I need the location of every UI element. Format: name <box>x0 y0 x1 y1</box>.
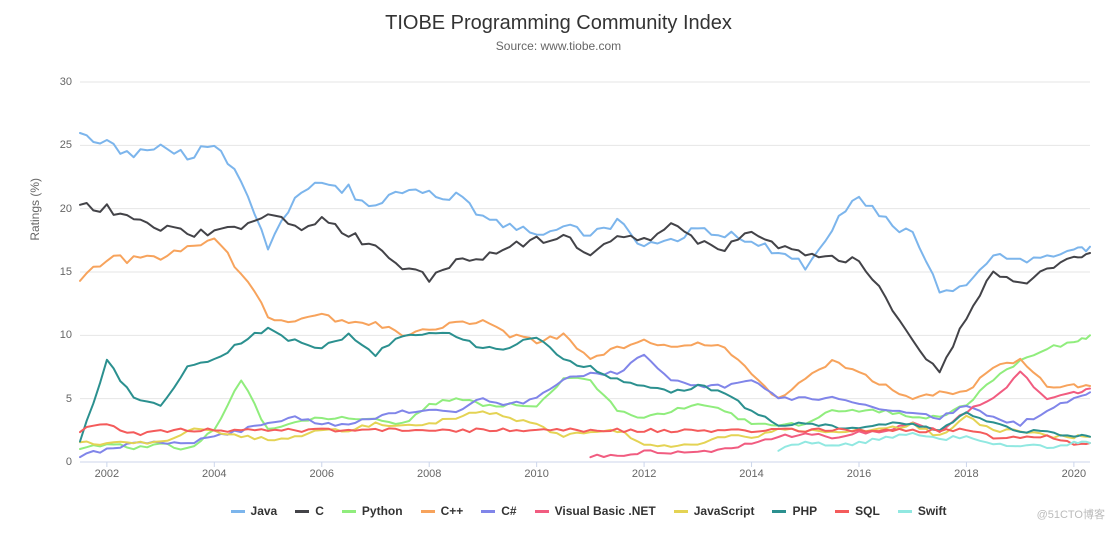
legend-swatch <box>674 510 688 513</box>
chart-title: TIOBE Programming Community Index <box>10 12 1107 35</box>
x-tick-label: 2020 <box>1062 468 1086 480</box>
x-tick-label: 2002 <box>95 468 119 480</box>
legend-label: Swift <box>918 504 947 518</box>
legend-swatch <box>295 510 309 513</box>
chart-subtitle: Source: www.tiobe.com <box>10 39 1107 53</box>
x-tick-label: 2006 <box>310 468 334 480</box>
legend: Java C Python C++ C# Visual Basic .NET JavaScr… <box>80 498 1097 524</box>
series-line-java[interactable] <box>80 133 1090 293</box>
y-tick-label: 10 <box>60 329 72 341</box>
legend-swatch <box>898 510 912 513</box>
y-tick-label: 0 <box>66 456 72 468</box>
legend-swatch <box>481 510 495 513</box>
x-tick-label: 2010 <box>524 468 548 480</box>
legend-swatch <box>342 510 356 513</box>
x-tick-label: 2018 <box>954 468 978 480</box>
legend-label: Python <box>362 504 403 518</box>
legend-label: C++ <box>441 504 464 518</box>
legend-label: PHP <box>792 504 817 518</box>
y-axis-label: Ratings (%) <box>28 178 42 241</box>
legend-item-python[interactable]: Python <box>342 504 403 518</box>
y-tick-label: 15 <box>60 266 72 278</box>
legend-label: C <box>315 504 324 518</box>
x-tick-label: 2004 <box>202 468 226 480</box>
legend-swatch <box>835 510 849 513</box>
legend-label: Java <box>251 504 278 518</box>
legend-item-java[interactable]: Java <box>231 504 278 518</box>
watermark: @51CTO博客 <box>1037 506 1105 522</box>
x-tick-label: 2012 <box>632 468 656 480</box>
x-tick-label: 2016 <box>847 468 871 480</box>
legend-item-c-[interactable]: C++ <box>421 504 464 518</box>
legend-swatch <box>772 510 786 513</box>
legend-item-sql[interactable]: SQL <box>835 504 880 518</box>
legend-label: C# <box>501 504 516 518</box>
plot-svg <box>80 82 1090 462</box>
legend-label: Visual Basic .NET <box>555 504 656 518</box>
legend-item-swift[interactable]: Swift <box>898 504 947 518</box>
legend-item-php[interactable]: PHP <box>772 504 817 518</box>
y-tick-label: 30 <box>60 76 72 88</box>
y-tick-label: 5 <box>66 393 72 405</box>
chart-container: TIOBE Programming Community Index Source… <box>10 12 1107 524</box>
x-tick-label: 2014 <box>739 468 763 480</box>
legend-swatch <box>421 510 435 513</box>
legend-label: SQL <box>855 504 880 518</box>
y-tick-label: 25 <box>60 139 72 151</box>
legend-swatch <box>231 510 245 513</box>
plot-area: 0510152025302002200420062008201020122014… <box>80 82 1090 462</box>
x-tick-label: 2008 <box>417 468 441 480</box>
legend-label: JavaScript <box>694 504 755 518</box>
legend-swatch <box>535 510 549 513</box>
legend-item-c[interactable]: C <box>295 504 324 518</box>
legend-item-javascript[interactable]: JavaScript <box>674 504 755 518</box>
legend-item-visual-basic-net[interactable]: Visual Basic .NET <box>535 504 656 518</box>
y-tick-label: 20 <box>60 203 72 215</box>
series-line-php[interactable] <box>80 328 1090 442</box>
legend-item-c-[interactable]: C# <box>481 504 516 518</box>
